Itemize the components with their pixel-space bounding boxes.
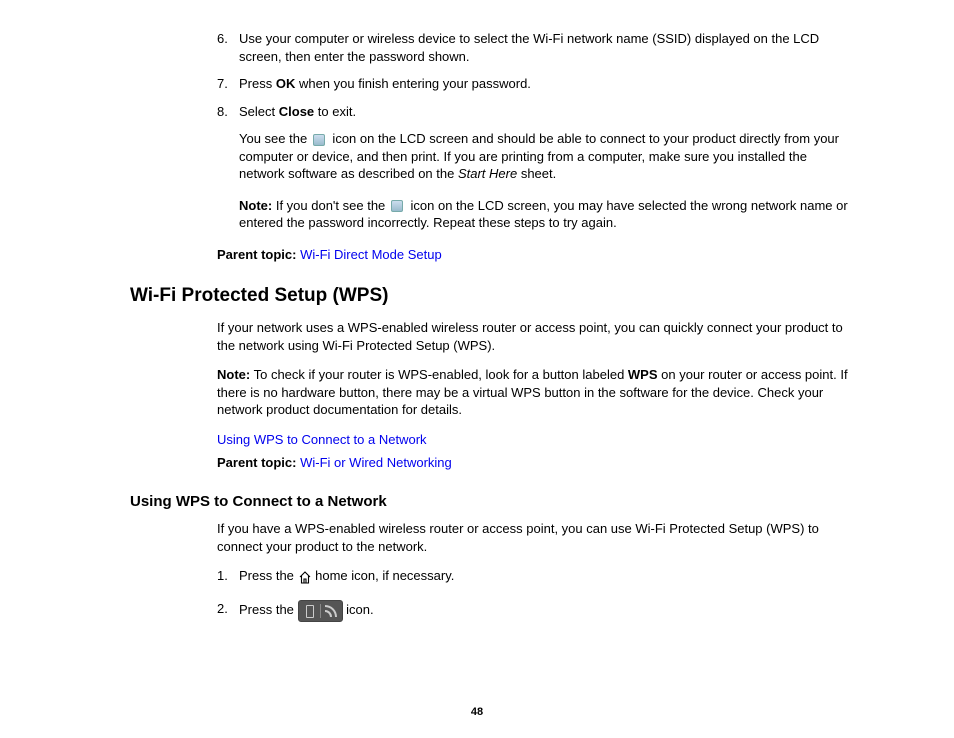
network-status-icon bbox=[298, 600, 343, 622]
item-text: Use your computer or wireless device to … bbox=[239, 31, 819, 64]
list-item: 1. Press the home icon, if necessary. bbox=[217, 567, 850, 585]
parent-topic: Parent topic: Wi-Fi or Wired Networking bbox=[217, 454, 850, 472]
wps-steps-list: 1. Press the home icon, if necessary. 2.… bbox=[217, 567, 850, 621]
item-text: Press OK when you finish entering your p… bbox=[239, 76, 531, 91]
page-number: 48 bbox=[0, 705, 954, 720]
item-number: 7. bbox=[217, 75, 228, 93]
wps-intro-text: If your network uses a WPS-enabled wirel… bbox=[217, 319, 850, 354]
list-item: 7. Press OK when you finish entering you… bbox=[217, 75, 850, 93]
item-number: 8. bbox=[217, 103, 228, 121]
wifi-direct-icon bbox=[389, 199, 407, 213]
wps-body-text: If you have a WPS-enabled wireless route… bbox=[217, 520, 850, 555]
list-item: 6. Use your computer or wireless device … bbox=[217, 30, 850, 65]
parent-topic: Parent topic: Wi-Fi Direct Mode Setup bbox=[217, 246, 850, 264]
item-text: Select Close to exit. bbox=[239, 104, 356, 119]
list-item: 8. Select Close to exit. bbox=[217, 103, 850, 121]
topic-link-using-wps[interactable]: Using WPS to Connect to a Network bbox=[217, 432, 427, 447]
item-text: Press the home icon, if necessary. bbox=[239, 568, 454, 583]
item-number: 2. bbox=[217, 600, 228, 618]
parent-topic-link[interactable]: Wi-Fi Direct Mode Setup bbox=[300, 247, 442, 262]
item-text: Press the icon. bbox=[239, 602, 374, 617]
item-number: 1. bbox=[217, 567, 228, 585]
result-text: You see the icon on the LCD screen and s… bbox=[239, 130, 850, 183]
item-number: 6. bbox=[217, 30, 228, 48]
list-item: 2. Press the icon. bbox=[217, 600, 850, 622]
section-heading-wps: Wi-Fi Protected Setup (WPS) bbox=[130, 283, 850, 309]
note-text: Note: To check if your router is WPS-ena… bbox=[217, 366, 850, 419]
home-icon bbox=[298, 568, 312, 586]
subsection-heading-using-wps: Using WPS to Connect to a Network bbox=[130, 492, 850, 512]
wifi-direct-icon bbox=[311, 133, 329, 147]
note-text: Note: If you don't see the icon on the L… bbox=[239, 197, 850, 232]
instruction-list: 6. Use your computer or wireless device … bbox=[217, 30, 850, 120]
parent-topic-link[interactable]: Wi-Fi or Wired Networking bbox=[300, 455, 452, 470]
